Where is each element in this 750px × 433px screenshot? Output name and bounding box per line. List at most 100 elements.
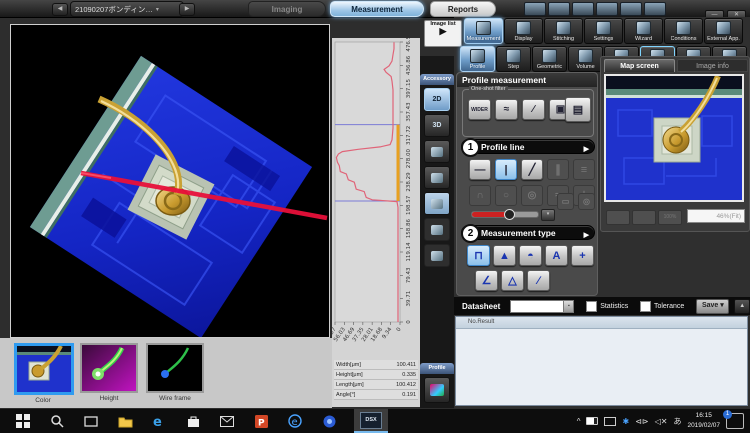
statistics-checkbox[interactable] bbox=[586, 301, 597, 312]
collapse-datasheet-button[interactable]: ▲ bbox=[734, 299, 750, 314]
stitching-icon bbox=[556, 21, 571, 35]
save-icon[interactable] bbox=[548, 2, 570, 16]
free-line-button[interactable]: ╱ bbox=[521, 159, 543, 180]
volume-muted-icon[interactable]: ◁✕ bbox=[655, 417, 668, 426]
back-button[interactable]: ◀ bbox=[52, 3, 68, 16]
ribbon-button-volume[interactable]: Volume bbox=[568, 46, 603, 72]
search-button[interactable] bbox=[46, 411, 68, 431]
ribbon-button-wizard[interactable]: Wizard bbox=[624, 18, 663, 44]
image-list-button[interactable]: Image list ▶ bbox=[424, 20, 462, 47]
ribbon-button-settings[interactable]: Settings bbox=[584, 18, 623, 44]
thumbnail-color[interactable]: Color bbox=[14, 343, 72, 404]
ribbon-button-conditions[interactable]: Conditions bbox=[664, 18, 703, 44]
map-zoom-100-button: 100% bbox=[658, 210, 682, 225]
plane-tool-button[interactable] bbox=[424, 166, 450, 189]
store-icon[interactable] bbox=[182, 411, 204, 431]
curve-measure-button[interactable]: A bbox=[545, 245, 568, 266]
tab-reports[interactable]: Reports bbox=[430, 1, 496, 17]
save-button[interactable]: Save ▾ bbox=[696, 299, 729, 314]
horizontal-line-button[interactable]: — bbox=[469, 159, 491, 180]
print-icon[interactable] bbox=[572, 2, 594, 16]
display-icon[interactable] bbox=[604, 417, 616, 426]
profile-chart[interactable]: 039.7179.43119.14158.86198.57238.29278.0… bbox=[332, 38, 420, 358]
mail-icon[interactable] bbox=[216, 411, 238, 431]
ime-indicator[interactable]: あ bbox=[673, 416, 681, 427]
main-3d-view[interactable] bbox=[10, 24, 330, 338]
dsx-app-button[interactable]: DSX bbox=[354, 409, 388, 433]
section-run-icon[interactable]: ▶ bbox=[584, 142, 589, 157]
view-3d-button[interactable]: 3D bbox=[424, 114, 450, 137]
map-zoom-field[interactable]: 46%(Fit) bbox=[687, 209, 745, 223]
stage-tool-button[interactable] bbox=[424, 140, 450, 163]
ribbon-button-geometric[interactable]: Geometric bbox=[532, 46, 567, 72]
datasheet-table-header: No.Result bbox=[456, 317, 747, 329]
tab-map-screen[interactable]: Map screen bbox=[604, 59, 675, 72]
action-center-icon[interactable]: 1 bbox=[726, 413, 744, 429]
profile-display-button[interactable] bbox=[424, 377, 450, 403]
datasheet-table[interactable]: No.Result bbox=[455, 316, 748, 406]
tab-image-info[interactable]: Image info bbox=[677, 59, 748, 72]
datasheet-combo[interactable]: ▪ bbox=[510, 300, 574, 313]
ribbon-button-display[interactable]: Display bbox=[504, 18, 543, 44]
pen-icon[interactable]: ⊲⊳ bbox=[635, 417, 648, 426]
tray-expand-icon[interactable]: ^ bbox=[577, 417, 581, 426]
radius-measure-button[interactable]: ◓ bbox=[519, 245, 542, 266]
forward-button[interactable]: ▶ bbox=[179, 3, 195, 16]
ribbon-button-stitching[interactable]: Stitching bbox=[544, 18, 583, 44]
battery-icon[interactable] bbox=[586, 417, 598, 425]
step-measure-button[interactable]: ⊓ bbox=[467, 245, 490, 266]
geometric-icon bbox=[542, 49, 557, 63]
slope-measure-button[interactable]: ∕ bbox=[527, 270, 550, 291]
wider-filter-button[interactable]: WIDER bbox=[468, 99, 491, 120]
thumbnail-wireframe[interactable]: Wire frame bbox=[146, 343, 204, 402]
area-measure-button[interactable]: ▲ bbox=[493, 245, 516, 266]
width-measure-button[interactable]: + bbox=[571, 245, 594, 266]
task-view-button[interactable] bbox=[80, 411, 102, 431]
angle2-measure-button[interactable]: △ bbox=[501, 270, 524, 291]
ribbon-button-profile[interactable]: Profile bbox=[460, 46, 495, 72]
powerpoint-icon[interactable]: P bbox=[250, 411, 272, 431]
combo-dropdown-icon[interactable]: ▪ bbox=[563, 301, 573, 312]
ribbon-button-step[interactable]: Step bbox=[496, 46, 531, 72]
app-icon-blue[interactable] bbox=[318, 411, 340, 431]
taskbar-clock[interactable]: 16:15 2019/02/07 bbox=[687, 411, 720, 431]
current-file-tab[interactable]: 21090207ボンディン… ▾ bbox=[70, 1, 184, 17]
slope-correction-icon[interactable]: ∕ bbox=[522, 99, 545, 120]
radius-measure-button-glyph: ◓ bbox=[527, 250, 534, 262]
network-icon[interactable]: ✱ bbox=[622, 417, 629, 426]
slider-dropdown-button[interactable]: ▾ bbox=[541, 209, 555, 221]
width-measure-button-glyph: + bbox=[579, 250, 585, 262]
ribbon-button-external-app-[interactable]: External App. bbox=[704, 18, 743, 44]
edge-icon[interactable]: e bbox=[148, 411, 170, 431]
angle-measure-button[interactable]: ∠ bbox=[475, 270, 498, 291]
line-width-slider[interactable] bbox=[471, 211, 539, 218]
open-folder-icon[interactable] bbox=[524, 2, 546, 16]
thumbnail-label: Color bbox=[14, 397, 72, 404]
svg-text:e: e bbox=[153, 415, 162, 428]
file-explorer-icon[interactable] bbox=[114, 411, 136, 431]
panel-toggle-button[interactable] bbox=[424, 192, 450, 215]
tab-imaging[interactable]: Imaging bbox=[248, 1, 326, 17]
svg-text:238.29: 238.29 bbox=[406, 172, 412, 192]
info-value: 0.335 bbox=[402, 372, 416, 378]
vertical-line-button[interactable]: | bbox=[495, 159, 517, 180]
start-button[interactable] bbox=[12, 411, 34, 431]
statistics-label: Statistics bbox=[600, 303, 628, 310]
slider-knob[interactable] bbox=[504, 209, 515, 220]
profile-measurement-panel: Profile measurement One-shot filter WIDE… bbox=[456, 72, 598, 296]
section-run-icon[interactable]: ▶ bbox=[584, 228, 589, 243]
key-icon[interactable] bbox=[644, 2, 666, 16]
thumbnail-height[interactable]: Height bbox=[80, 343, 138, 402]
profile-strip-header[interactable]: Profile bbox=[420, 363, 454, 374]
internet-explorer-icon[interactable]: e bbox=[284, 411, 306, 431]
tools-icon[interactable] bbox=[596, 2, 618, 16]
accessory-header[interactable]: Accessory bbox=[420, 74, 454, 85]
ribbon-button-measurement[interactable]: Measurement bbox=[464, 18, 503, 44]
help-icon[interactable] bbox=[620, 2, 642, 16]
map-image[interactable] bbox=[604, 74, 744, 202]
tolerance-checkbox[interactable] bbox=[640, 301, 651, 312]
tab-measurement[interactable]: Measurement bbox=[330, 1, 424, 17]
filter-settings-button[interactable]: ▤ bbox=[565, 97, 591, 122]
view-2d-button[interactable]: 2D bbox=[424, 88, 450, 111]
noise-filter-icon[interactable]: ≈ bbox=[495, 99, 518, 120]
